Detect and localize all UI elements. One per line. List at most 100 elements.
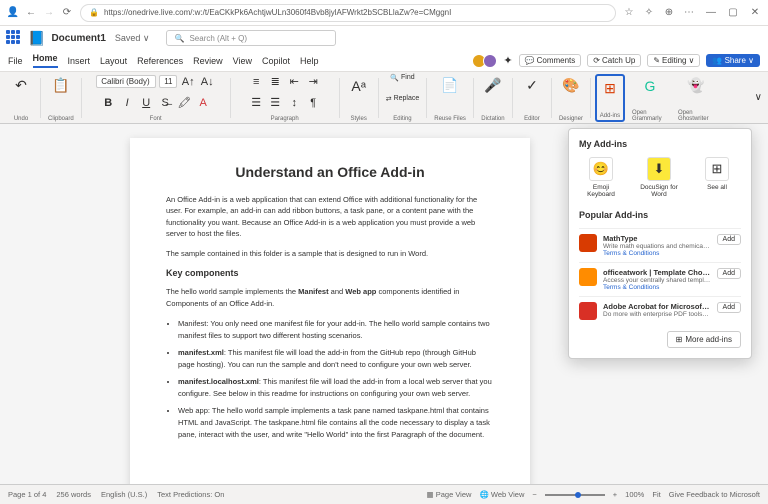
line-spacing-icon[interactable]: ↕ — [286, 95, 302, 111]
fit-button[interactable]: Fit — [652, 490, 660, 499]
profile-icon[interactable]: 👤 — [6, 6, 20, 20]
paste-icon[interactable]: 📋 — [49, 74, 73, 98]
zoom-level[interactable]: 100% — [625, 490, 644, 499]
tab-view[interactable]: View — [233, 56, 252, 66]
tab-copilot[interactable]: Copilot — [262, 56, 290, 66]
add-button[interactable]: Add — [717, 302, 741, 313]
dictate-icon[interactable]: 🎤 — [481, 74, 505, 98]
search-input[interactable]: 🔍 Search (Alt + Q) — [166, 30, 336, 46]
page-view-button[interactable]: ▦ Page View — [427, 490, 472, 499]
doc-bullet: Manifest: You only need one manifest fil… — [178, 318, 494, 342]
add-button[interactable]: Add — [717, 268, 741, 279]
doc-bullet: manifest.localhost.xml: This manifest fi… — [178, 376, 494, 400]
font-size[interactable]: 11 — [159, 75, 177, 88]
addin-tile[interactable]: ⊞See all — [695, 157, 739, 198]
undo-icon[interactable]: ↶ — [9, 74, 33, 98]
maximize-icon[interactable]: ▢ — [726, 6, 740, 20]
app-launcher-icon[interactable] — [6, 30, 22, 46]
browser-titlebar: 👤 ← → ⟳ 🔒 https://onedrive.live.com/:w:/… — [0, 0, 768, 26]
tab-review[interactable]: Review — [193, 56, 223, 66]
italic-icon[interactable]: I — [119, 95, 135, 111]
url-bar[interactable]: 🔒 https://onedrive.live.com/:w:/t/EaCKkP… — [80, 4, 616, 22]
tab-file[interactable]: File — [8, 56, 23, 66]
search-icon: 🔍 — [175, 34, 185, 43]
align-left-icon[interactable]: ☰ — [248, 95, 264, 111]
language-indicator[interactable]: English (U.S.) — [101, 490, 147, 499]
feedback-link[interactable]: Give Feedback to Microsoft — [669, 490, 760, 499]
font-shrink-icon[interactable]: A↓ — [199, 74, 215, 90]
doc-bullet: manifest.xml: This manifest file will lo… — [178, 347, 494, 371]
tab-references[interactable]: References — [137, 56, 183, 66]
align-center-icon[interactable]: ☰ — [267, 95, 283, 111]
underline-icon[interactable]: U — [138, 95, 154, 111]
editor-icon[interactable]: ✓ — [520, 74, 544, 98]
bullets-icon[interactable]: ≡ — [248, 74, 264, 90]
doc-title: Understand an Office Add-in — [166, 164, 494, 180]
url-text: https://onedrive.live.com/:w:/t/EaCKkPk6… — [104, 8, 451, 17]
catchup-button[interactable]: ⟳ Catch Up — [587, 54, 641, 67]
document-name[interactable]: Document1 — [51, 33, 105, 44]
ribbon: ↶Undo 📋Clipboard Calibri (Body) 11 A↑ A↓… — [0, 72, 768, 124]
popular-addin-item: officeatwork | Template Choose…Access yo… — [579, 262, 741, 296]
tab-layout[interactable]: Layout — [100, 56, 127, 66]
lock-icon: 🔒 — [89, 8, 99, 17]
close-icon[interactable]: ✕ — [748, 6, 762, 20]
search-placeholder: Search (Alt + Q) — [189, 34, 247, 43]
minimize-icon[interactable]: — — [704, 6, 718, 20]
numbering-icon[interactable]: ≣ — [267, 74, 283, 90]
app-header: 📘 Document1 Saved ∨ 🔍 Search (Alt + Q) — [0, 26, 768, 50]
zoom-in-icon[interactable]: + — [613, 490, 617, 499]
menu-bar: File Home Insert Layout References Revie… — [0, 50, 768, 72]
replace-button[interactable]: ⇄Replace — [386, 95, 420, 103]
font-select[interactable]: Calibri (Body) — [96, 75, 156, 88]
web-view-button[interactable]: 🌐 Web View — [479, 490, 524, 499]
back-icon[interactable]: ← — [24, 6, 38, 20]
refresh-icon[interactable]: ⟳ — [60, 6, 74, 20]
forward-icon: → — [42, 6, 56, 20]
addin-tile[interactable]: 😊Emoji Keyboard — [579, 157, 623, 198]
ghostwriter-icon[interactable]: 👻 — [684, 74, 708, 98]
more-addins-button[interactable]: ⊞ More add-ins — [667, 331, 741, 348]
grammarly-icon[interactable]: G — [638, 74, 662, 98]
designer-icon[interactable]: 🎨 — [559, 74, 583, 98]
indent-inc-icon[interactable]: ⇥ — [305, 74, 321, 90]
comments-button[interactable]: 💬 Comments — [519, 54, 582, 67]
font-color-icon[interactable]: A — [195, 95, 211, 111]
word-count[interactable]: 256 words — [56, 490, 91, 499]
text-predictions[interactable]: Text Predictions: On — [157, 490, 224, 499]
doc-para: An Office Add-in is a web application th… — [166, 194, 494, 239]
highlight-icon[interactable]: 🖍 — [176, 95, 192, 111]
my-addins-heading: My Add-ins — [579, 139, 741, 149]
collections-icon[interactable]: ⊕ — [662, 6, 676, 20]
doc-bullet: Web app: The hello world sample implemen… — [178, 405, 494, 441]
doc-para: The hello world sample implements the Ma… — [166, 286, 494, 309]
status-bar: Page 1 of 4 256 words English (U.S.) Tex… — [0, 484, 768, 504]
indent-dec-icon[interactable]: ⇤ — [286, 74, 302, 90]
reader-icon[interactable]: ☆ — [622, 6, 636, 20]
font-grow-icon[interactable]: A↑ — [180, 74, 196, 90]
paragraph-icon[interactable]: ¶ — [305, 95, 321, 111]
more-icon[interactable]: ⋯ — [682, 6, 696, 20]
bold-icon[interactable]: B — [100, 95, 116, 111]
styles-icon[interactable]: Aᵃ — [347, 74, 371, 98]
presence-avatars[interactable] — [475, 54, 497, 68]
save-status[interactable]: Saved ∨ — [115, 33, 150, 44]
tab-help[interactable]: Help — [300, 56, 319, 66]
zoom-slider[interactable] — [545, 494, 605, 496]
reuse-files-icon[interactable]: 📄 — [438, 74, 462, 98]
favorite-icon[interactable]: ✧ — [642, 6, 656, 20]
addin-tile[interactable]: ⬇DocuSign for Word — [637, 157, 681, 198]
page-indicator[interactable]: Page 1 of 4 — [8, 490, 46, 499]
tab-insert[interactable]: Insert — [68, 56, 91, 66]
editing-button[interactable]: ✎ Editing ∨ — [647, 54, 700, 67]
strike-icon[interactable]: S̶ — [157, 95, 173, 111]
zoom-out-icon[interactable]: − — [532, 490, 536, 499]
document-page[interactable]: Understand an Office Add-in An Office Ad… — [130, 138, 530, 484]
add-button[interactable]: Add — [717, 234, 741, 245]
tab-home[interactable]: Home — [33, 53, 58, 68]
share-button[interactable]: 👥 Share ∨ — [706, 54, 760, 67]
ribbon-collapse-icon[interactable]: ∨ — [755, 92, 762, 103]
find-button[interactable]: 🔍Find — [390, 74, 414, 82]
copilot-icon[interactable]: ✦ — [503, 54, 512, 67]
addins-button[interactable]: ⊞Add-ins — [595, 74, 625, 122]
